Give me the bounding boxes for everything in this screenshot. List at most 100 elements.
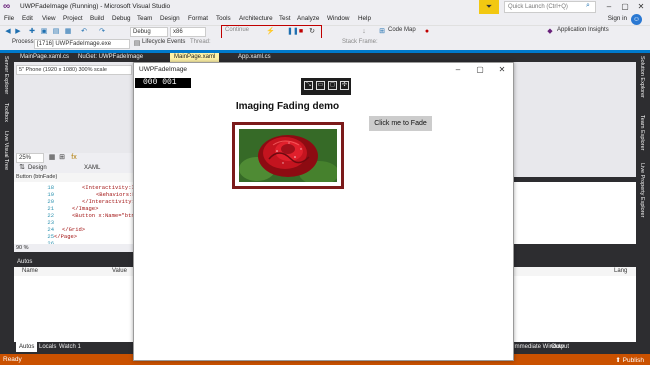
grid-icon[interactable]: ▦ [48, 154, 56, 162]
select-element-icon[interactable]: ⤡ [304, 81, 313, 90]
process-select[interactable]: [1716] UWPFadeImage.exe [34, 39, 130, 49]
save-all-icon[interactable]: ▦ [64, 28, 72, 36]
column-lang[interactable]: Lang [614, 268, 627, 274]
menu-analyze[interactable]: Analyze [297, 15, 319, 22]
app-window-title: UWPFadeImage [139, 66, 188, 73]
tab-mainpage-xaml-cs[interactable]: MainPage.xaml.cs [16, 53, 73, 62]
thread-label: Thread: [190, 39, 211, 45]
line-number: 19 [47, 191, 54, 198]
configuration-select[interactable]: Debug [130, 27, 168, 37]
step-into-icon[interactable]: ↓ [360, 28, 368, 36]
fade-button[interactable]: Click me to Fade [369, 116, 432, 131]
line-number: 18 [47, 184, 54, 191]
menu-view[interactable]: View [42, 15, 56, 22]
tab-app-xaml-cs[interactable]: App.xaml.cs [234, 53, 275, 62]
process-label: Process: [12, 39, 36, 45]
maximize-button[interactable]: ▢ [617, 0, 633, 14]
quick-launch-input[interactable]: Quick Launch (Ctrl+Q) [504, 1, 596, 13]
track-focus-icon[interactable]: ◻ [328, 81, 337, 90]
effects-icon[interactable]: fx [70, 154, 78, 162]
server-explorer-tab[interactable]: Server Explorer [3, 56, 9, 94]
column-value[interactable]: Value [112, 268, 127, 274]
frame-rate-counter: 000 001 [135, 78, 191, 88]
debug-controls-highlight [221, 25, 322, 39]
team-explorer-tab[interactable]: Team Explorer [639, 115, 645, 150]
stack-frame-label: Stack Frame: [342, 39, 378, 45]
open-icon[interactable]: ▣ [40, 28, 48, 36]
app-insights-icon: ◆ [547, 28, 553, 35]
forward-icon[interactable]: ▶ [14, 28, 22, 36]
lifecycle-icon: ▤ [133, 40, 141, 47]
right-tool-strip: Solution Explorer Team Explorer Live Pro… [636, 53, 650, 353]
snap-icon[interactable]: ⊞ [58, 154, 66, 162]
code-line: </Grid> [62, 226, 86, 233]
menu-debug[interactable]: Debug [112, 15, 131, 22]
menu-build[interactable]: Build [90, 15, 104, 22]
tab-design[interactable]: Design [28, 165, 47, 171]
minimize-button[interactable]: – [601, 0, 617, 14]
live-visual-tree-tab[interactable]: Live Visual Tree [3, 131, 9, 170]
design-xaml-switcher: ⇅ Design XAML [14, 163, 136, 173]
status-text: Ready [3, 356, 22, 363]
display-adorners-icon[interactable]: ▭ [316, 81, 325, 90]
menu-architecture[interactable]: Architecture [239, 15, 273, 22]
new-project-icon[interactable]: ✚ [28, 28, 36, 36]
line-number: 25 [47, 233, 54, 240]
search-icon: ⌕ [586, 2, 590, 9]
menu-design[interactable]: Design [160, 15, 180, 22]
line-number: 24 [47, 226, 54, 233]
line-number: 20 [47, 198, 54, 205]
menu-project[interactable]: Project [63, 15, 83, 22]
undo-icon[interactable]: ↶ [80, 28, 88, 36]
app-maximize-button[interactable]: ▢ [469, 63, 491, 77]
rose-image-frame [232, 122, 344, 189]
show-layout-icon[interactable]: ✣ [340, 81, 349, 90]
back-icon[interactable]: ◀ [4, 28, 12, 36]
menu-bar: File Edit View Project Build Debug Team … [0, 14, 650, 25]
menu-team[interactable]: Team [137, 15, 152, 22]
tab-output[interactable]: Output [548, 342, 572, 352]
breadcrumb[interactable]: Button (btnFade) [14, 173, 136, 182]
sign-in-link[interactable]: Sign in [608, 15, 627, 22]
menu-test[interactable]: Test [279, 15, 291, 22]
user-icon[interactable]: ☺ [631, 14, 642, 25]
feedback-filter-icon[interactable]: ⏷ [479, 0, 499, 14]
menu-tools[interactable]: Tools [216, 15, 231, 22]
breakpoint-icon[interactable]: ● [423, 28, 431, 36]
in-app-toolbar: ⤡ ▭ ◻ ✣ [301, 78, 351, 95]
toolbox-tab[interactable]: Toolbox [3, 103, 9, 122]
tab-autos[interactable]: Autos [16, 342, 38, 352]
menu-window[interactable]: Window [327, 15, 349, 22]
menu-format[interactable]: Format [188, 15, 208, 22]
left-tool-strip: Server Explorer Toolbox Live Visual Tree [0, 53, 14, 353]
close-button[interactable]: ✕ [633, 0, 649, 14]
save-icon[interactable]: ▤ [52, 28, 60, 36]
platform-select[interactable]: x86 [170, 27, 206, 37]
menu-file[interactable]: File [4, 15, 14, 22]
title-bar: ∞ UWPFadeImage (Running) - Microsoft Vis… [0, 0, 650, 14]
tab-mainpage-xaml[interactable]: MainPage.xaml [170, 53, 220, 62]
menu-edit[interactable]: Edit [22, 15, 33, 22]
tab-watch1[interactable]: Watch 1 [56, 342, 84, 352]
code-map-button[interactable]: Code Map [388, 27, 416, 33]
line-number: 22 [47, 212, 54, 219]
code-line: </Page> [54, 233, 78, 240]
code-map-icon[interactable]: ⊞ [378, 28, 386, 36]
tab-nuget[interactable]: NuGet: UWPFadeImage [74, 53, 147, 62]
solution-explorer-tab[interactable]: Solution Explorer [639, 56, 645, 98]
column-name[interactable]: Name [22, 268, 38, 274]
menu-help[interactable]: Help [358, 15, 371, 22]
live-property-explorer-tab[interactable]: Live Property Explorer [639, 163, 645, 217]
redo-icon[interactable]: ↷ [98, 28, 106, 36]
lifecycle-events-button[interactable]: Lifecycle Events [142, 39, 185, 45]
code-zoom-select[interactable]: 90 % [14, 244, 136, 252]
app-close-button[interactable]: ✕ [491, 63, 513, 77]
zoom-select[interactable]: 25% [16, 153, 44, 163]
tab-xaml[interactable]: XAML [84, 165, 100, 171]
device-select[interactable]: 5" Phone (1920 x 1080) 300% scale [16, 65, 132, 75]
app-insights-button[interactable]: Application Insights [557, 27, 609, 33]
standard-toolbar: ◀ ▶ ✚ ▣ ▤ ▦ ↶ ↷ Debug x86 Continue ⚡ ❚❚ … [0, 25, 650, 38]
publish-button[interactable]: ⬆ Publish [615, 356, 644, 364]
swap-panes-icon[interactable]: ⇅ [18, 164, 26, 172]
app-minimize-button[interactable]: – [447, 63, 469, 77]
